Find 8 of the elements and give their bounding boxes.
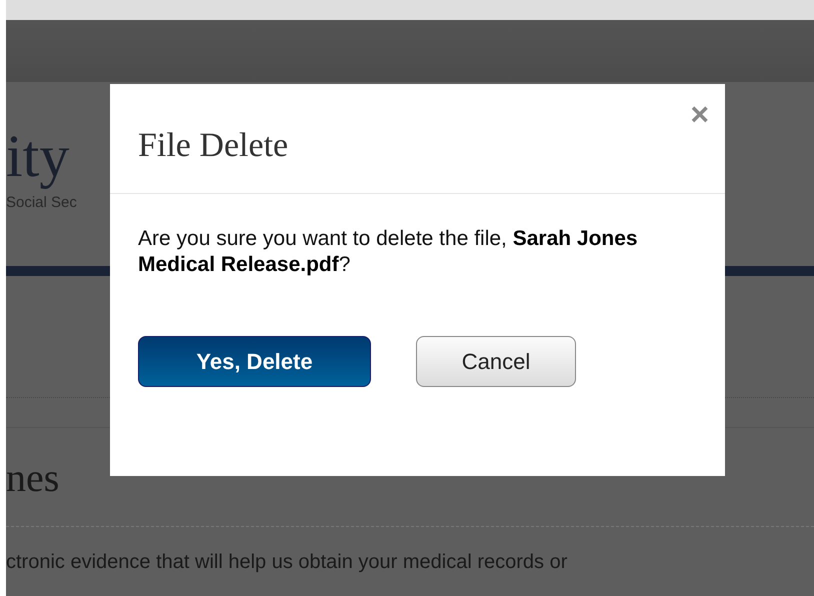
section-paragraph: ctronic evidence that will help us obtain your medical records or [6, 551, 568, 574]
cancel-button[interactable]: Cancel [416, 336, 576, 387]
dialog-title: File Delete [138, 126, 288, 164]
confirm-delete-button[interactable]: Yes, Delete [138, 336, 371, 387]
close-button[interactable]: × [690, 98, 709, 130]
dialog-message: Are you sure you want to delete the file, Sarah Jones Medical Release.pdf? [138, 226, 639, 278]
site-logo: ity [6, 124, 70, 188]
section-heading: nes [6, 454, 60, 502]
